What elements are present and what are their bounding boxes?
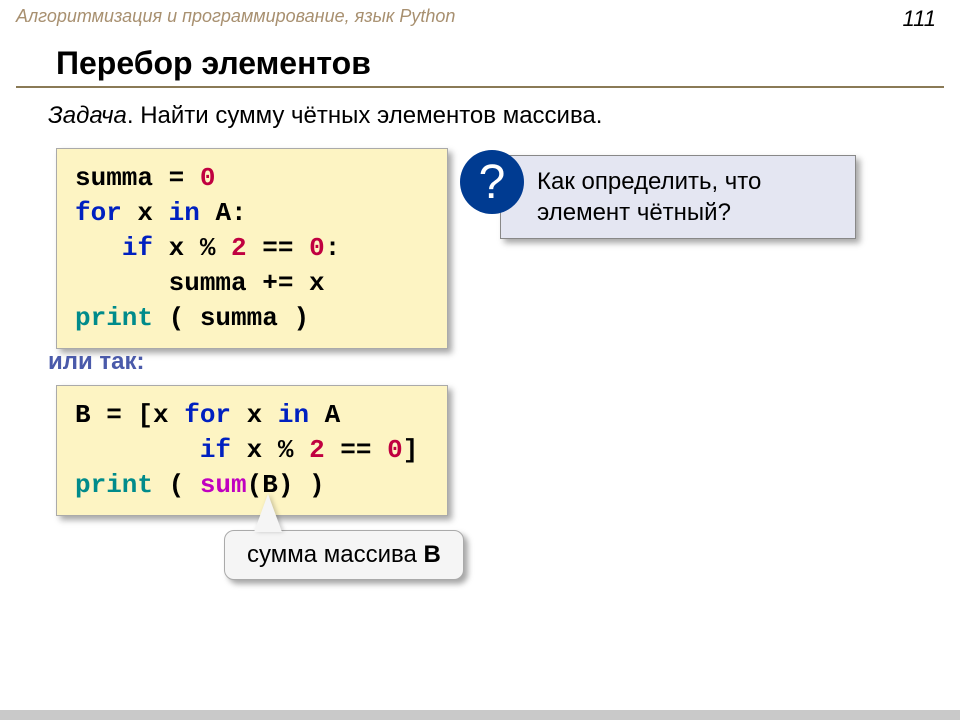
- task-line: Задача. Найти сумму чётных элементов мас…: [0, 88, 960, 130]
- task-text: . Найти сумму чётных элементов массива.: [127, 102, 603, 129]
- question-line-2: элемент чётный?: [537, 199, 731, 226]
- callout-tail-icon: [254, 494, 282, 532]
- or-so-label: или так:: [48, 348, 145, 376]
- callout-var: B: [424, 541, 441, 568]
- header-course: Алгоритмизация и программирование, язык …: [0, 0, 960, 27]
- callout-text: сумма массива: [247, 541, 424, 568]
- page-number: 111: [903, 6, 936, 32]
- callout-box: сумма массива B: [224, 530, 464, 580]
- question-callout: Как определить, что элемент чётный?: [500, 155, 856, 239]
- slide: Алгоритмизация и программирование, язык …: [0, 0, 960, 710]
- code-block-1: summa = 0 for x in A: if x % 2 == 0: sum…: [56, 148, 448, 349]
- question-mark-icon: ?: [460, 150, 524, 214]
- task-label: Задача: [48, 102, 127, 129]
- question-line-1: Как определить, что: [537, 168, 761, 195]
- code-block-2: B = [x for x in A if x % 2 == 0] print (…: [56, 385, 448, 516]
- slide-title: Перебор элементов: [16, 27, 944, 88]
